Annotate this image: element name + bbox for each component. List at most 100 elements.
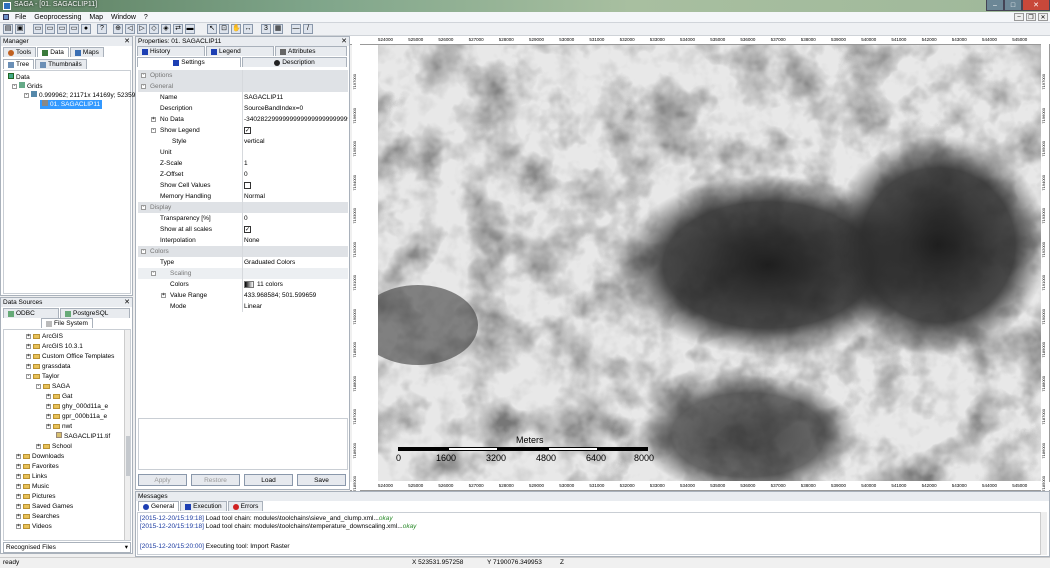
expand-icon[interactable]: + (16, 453, 21, 459)
manager-close-button[interactable]: ✕ (124, 37, 130, 46)
measure-icon[interactable]: ↔ (243, 24, 253, 34)
category-display[interactable]: - Display (138, 202, 348, 213)
manager-toggle-icon[interactable]: ▭ (33, 24, 43, 34)
tree-folder-videos[interactable]: + Videos (16, 522, 52, 531)
tree-folder-taylor[interactable]: - Taylor (26, 372, 59, 381)
tree-node-sagaclip11[interactable]: 01. SAGACLIP11 (40, 100, 103, 109)
info-icon[interactable]: ● (81, 24, 91, 34)
collapse-icon[interactable]: - (141, 84, 146, 89)
expand-icon[interactable]: + (161, 293, 166, 298)
menu-geoprocessing[interactable]: Geoprocessing (30, 14, 85, 21)
properties-close-button[interactable]: ✕ (341, 37, 347, 46)
tab-postgresql[interactable]: PostgreSQL (60, 308, 130, 318)
tree-folder-arcgis[interactable]: + ArcGIS (26, 332, 63, 341)
category-general[interactable]: - General (138, 81, 348, 92)
expand-icon[interactable]: + (26, 343, 31, 349)
close-button[interactable]: ✕ (1022, 0, 1050, 11)
zoom-icon[interactable]: ⊡ (219, 24, 229, 34)
expand-icon[interactable]: + (26, 333, 31, 339)
tree-folder-gat[interactable]: + Gat (46, 392, 72, 401)
map-canvas[interactable]: Meters 0 1600 3200 4800 6400 8000 (378, 45, 1041, 481)
prop-value-range[interactable]: + Value Range 433.968584; 501.599659 (138, 290, 348, 301)
category-options[interactable]: - Options (138, 70, 348, 81)
tree-folder-pictures[interactable]: + Pictures (16, 492, 55, 501)
tree-folder-ghy[interactable]: + ghy_000d11a_e (46, 402, 108, 411)
help-icon[interactable]: ? (97, 24, 107, 34)
pen-icon[interactable]: / (303, 24, 313, 34)
line-tool-icon[interactable]: — (291, 24, 301, 34)
apply-button[interactable]: Apply (138, 474, 187, 486)
open-icon[interactable]: ▤ (3, 24, 13, 34)
tree-folder-searches[interactable]: + Searches (16, 512, 59, 521)
expand-icon[interactable]: + (16, 513, 21, 519)
prop-type[interactable]: Type Graduated Colors (138, 257, 348, 268)
expand-icon[interactable]: + (151, 117, 156, 122)
expand-icon[interactable]: + (26, 353, 31, 359)
expand-icon[interactable]: + (26, 363, 31, 369)
menu-window[interactable]: Window (107, 14, 140, 21)
tab-tree[interactable]: Tree (3, 59, 35, 69)
prop-style[interactable]: Style vertical (138, 136, 348, 147)
tab-thumbnails[interactable]: Thumbnails (35, 59, 87, 69)
minimize-button[interactable]: – (986, 0, 1004, 11)
tree-folder-custom-office-templates[interactable]: + Custom Office Templates (26, 352, 114, 361)
properties-toggle-icon[interactable]: ▭ (45, 24, 55, 34)
tab-errors[interactable]: Errors (227, 501, 264, 511)
tab-maps[interactable]: Maps (69, 47, 104, 57)
expand-icon[interactable]: + (46, 403, 51, 409)
datasource-toggle-icon[interactable]: ▭ (57, 24, 67, 34)
tab-history[interactable]: History (137, 46, 205, 56)
menu-help[interactable]: ? (140, 14, 152, 21)
tree-folder-saved-games[interactable]: + Saved Games (16, 502, 73, 511)
restore-button[interactable]: Restore (191, 474, 240, 486)
prop-show-legend[interactable]: - Show Legend ✓ (138, 125, 348, 136)
tree-file-sagaclip11[interactable]: SAGACLIP11.tif (56, 432, 110, 441)
maximize-button[interactable]: □ (1004, 0, 1022, 11)
tree-folder-saga[interactable]: - SAGA (36, 382, 70, 391)
tab-execution[interactable]: Execution (180, 501, 227, 511)
collapse-icon[interactable]: - (12, 83, 17, 89)
load-button[interactable]: Load (244, 474, 293, 486)
color-ramp-swatch[interactable] (244, 280, 254, 288)
save-icon[interactable]: ▣ (15, 24, 25, 34)
tree-folder-grassdata[interactable]: + grassdata (26, 362, 71, 371)
tree-node-data[interactable]: Data (8, 73, 30, 82)
tree-folder-arcgis-1031[interactable]: + ArcGIS 10.3.1 (26, 342, 83, 351)
tab-general[interactable]: General (138, 501, 180, 511)
tab-file-system[interactable]: File System (41, 318, 93, 328)
mdi-minimize-button[interactable]: – (1014, 13, 1024, 21)
scrollbar-thumb[interactable] (126, 436, 130, 476)
tree-node-grid-system[interactable]: -0.999962; 21171x 14169y; 52359 (24, 91, 135, 100)
prop-name[interactable]: Name SAGACLIP11 (138, 92, 348, 103)
tab-description[interactable]: Description (242, 57, 347, 67)
menu-map[interactable]: Map (85, 14, 107, 21)
collapse-icon[interactable]: - (36, 383, 41, 389)
expand-icon[interactable]: + (16, 463, 21, 469)
tree-folder-downloads[interactable]: + Downloads (16, 452, 64, 461)
mdi-close-button[interactable]: ✕ (1038, 13, 1048, 21)
tab-data[interactable]: Data (37, 47, 69, 57)
expand-icon[interactable]: + (46, 393, 51, 399)
zoom-layer-icon[interactable]: ◇ (149, 24, 159, 34)
mdi-restore-button[interactable]: ❐ (1026, 13, 1036, 21)
prop-unit[interactable]: Unit (138, 147, 348, 158)
zoom-forward-icon[interactable]: ▷ (137, 24, 147, 34)
prop-show-at-all-scales[interactable]: Show at all scales ✓ (138, 224, 348, 235)
expand-icon[interactable]: + (36, 443, 41, 449)
category-scaling[interactable]: - Scaling (138, 268, 348, 279)
prop-description[interactable]: Description SourceBandIndex=0 (138, 103, 348, 114)
scalebar-icon[interactable]: ▬ (185, 24, 195, 34)
layout-icon[interactable]: ▦ (273, 24, 283, 34)
expand-icon[interactable]: + (16, 523, 21, 529)
collapse-icon[interactable]: - (141, 249, 146, 254)
messages-toggle-icon[interactable]: ▭ (69, 24, 79, 34)
category-colors[interactable]: - Colors (138, 246, 348, 257)
collapse-icon[interactable]: - (26, 373, 31, 379)
expand-icon[interactable]: + (16, 483, 21, 489)
collapse-icon[interactable]: - (141, 205, 146, 210)
zoom-selection-icon[interactable]: ◈ (161, 24, 171, 34)
menu-file[interactable]: File (11, 14, 30, 21)
3d-view-icon[interactable]: 3 (261, 24, 271, 34)
pointer-icon[interactable]: ↖ (207, 24, 217, 34)
prop-z-offset[interactable]: Z-Offset 0 (138, 169, 348, 180)
